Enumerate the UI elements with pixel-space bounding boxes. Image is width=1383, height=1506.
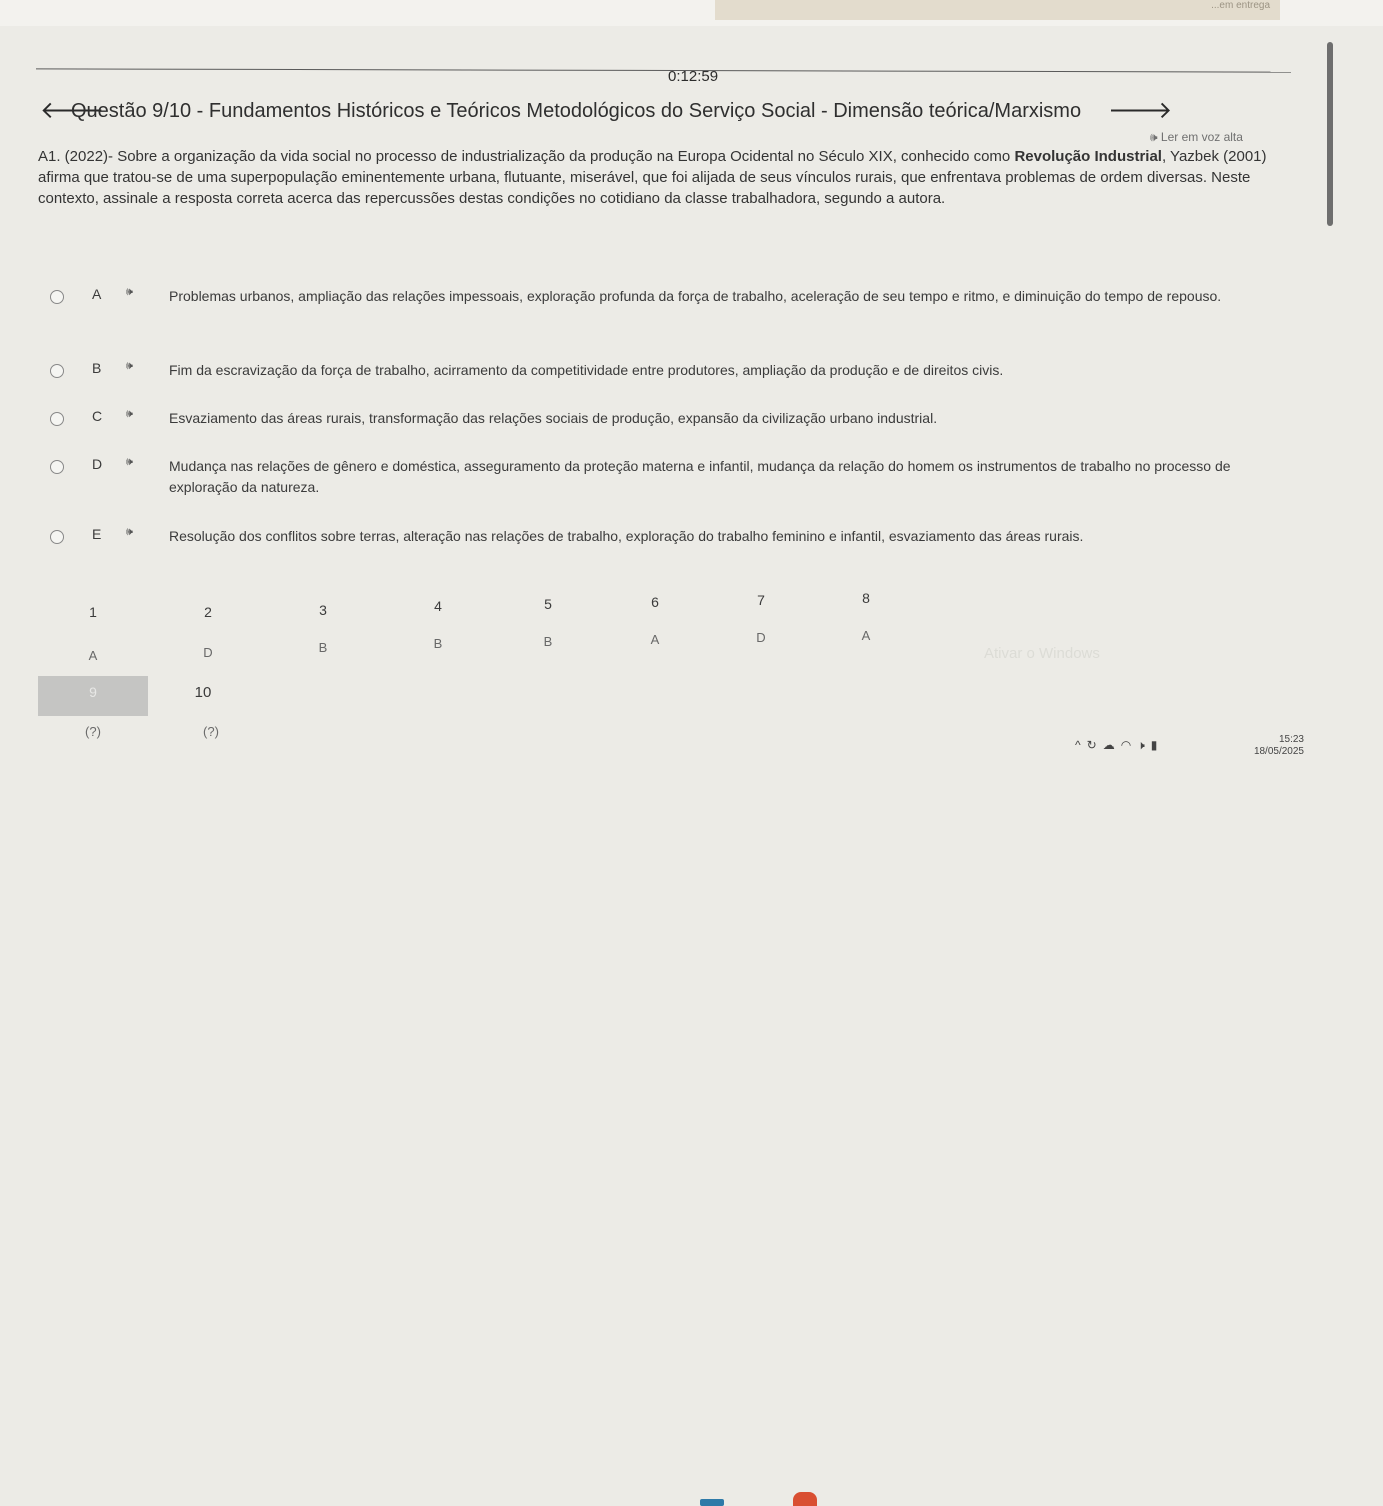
cloud-icon[interactable]: ☁ [1103,738,1121,752]
option-letter: A [92,286,102,302]
nav-answer: B [318,640,328,655]
nav-answer-unknown: (?) [203,724,219,739]
radio-button[interactable] [50,364,64,378]
top-strip-text: ...em entrega [1211,0,1270,11]
speaker-icon[interactable]: 🕪 [126,286,133,299]
speaker-icon[interactable]: 🕪 [126,526,133,539]
question-navigator: 1 2 3 4 5 6 7 8 A D B B B A D A 9 10 (?)… [38,588,938,739]
nav-question-number[interactable]: 6 [600,594,710,610]
taskbar [0,743,1383,1506]
nav-answer-unknown: (?) [85,724,101,739]
option-letter: C [92,408,103,424]
question-emphasis: Revolução Industrial [1014,148,1162,165]
nav-answer: D [203,645,213,660]
top-strip: ...em entrega [715,0,1280,20]
header-divider [36,68,1291,73]
option-text: Mudança nas relações de gênero e domésti… [169,458,1231,495]
read-aloud-button[interactable]: 🕪 Ler em voz alta [1150,130,1243,145]
option-text: Esvaziamento das áreas rurais, transform… [169,410,938,426]
speaker-icon[interactable]: 🕪 [126,456,133,469]
option-letter: D [92,456,103,472]
windows-activation-watermark: Ativar o Windows [984,645,1100,662]
radio-button[interactable] [50,412,64,426]
arrow-right-icon[interactable]: 🡒 [1108,95,1172,125]
question-title: Questão 9/10 - Fundamentos Históricos e … [71,100,1082,122]
system-clock[interactable]: 15:23 18/05/2025 [1244,734,1304,758]
chevron-up-icon[interactable]: ^ [1075,738,1087,752]
nav-question-number[interactable]: 8 [811,590,921,606]
option-letter: B [92,360,102,376]
battery-icon[interactable]: ▮ [1151,738,1164,752]
scrollbar[interactable] [1327,42,1333,226]
nav-question-number[interactable]: 1 [38,604,148,620]
nav-question-number[interactable]: 5 [493,596,603,612]
sync-icon[interactable]: ↻ [1087,738,1103,752]
system-tray: ^↻☁◠🕨▮ [1075,738,1163,753]
option-text: Problemas urbanos, ampliação das relaçõe… [169,288,1222,304]
browser-topbar: ...em entrega [0,0,1383,26]
current-question-number: 9 [89,684,97,700]
nav-answer: D [756,630,766,645]
question-header: 🡐 Questão 9/10 - Fundamentos Históricos … [40,97,1300,126]
clock-time: 15:23 [1278,734,1304,745]
wifi-icon[interactable]: ◠ [1121,738,1137,752]
nav-answer: B [543,634,553,649]
nav-answer: B [433,636,443,651]
speaker-icon[interactable]: 🕪 [126,408,133,421]
option-letter: E [92,526,102,542]
nav-answer: A [861,628,871,643]
nav-question-number[interactable]: 10 [148,684,258,701]
nav-question-number[interactable]: 7 [706,592,816,608]
radio-button[interactable] [50,460,64,474]
option-text: Fim da escravização da força de trabalho… [169,362,1004,378]
speaker-icon[interactable]: 🕪 [126,360,133,373]
radio-button[interactable] [50,290,64,304]
clock-date: 18/05/2025 [1253,746,1304,757]
browser-icon[interactable] [793,1492,817,1506]
option-text: Resolução dos conflitos sobre terras, al… [169,528,1084,544]
nav-answer: A [88,648,98,663]
question-text-before: A1. (2022)- Sobre a organização da vida … [38,148,1015,165]
nav-question-number[interactable]: 2 [153,604,263,620]
nav-question-number[interactable]: 3 [268,602,378,618]
question-text: A1. (2022)- Sobre a organização da vida … [38,146,1300,209]
nav-question-number[interactable]: 4 [383,598,493,614]
nav-answer: A [650,632,660,647]
taskbar-app-icon[interactable] [700,1499,724,1506]
volume-icon[interactable]: 🕨 [1137,738,1151,752]
radio-button[interactable] [50,530,64,544]
